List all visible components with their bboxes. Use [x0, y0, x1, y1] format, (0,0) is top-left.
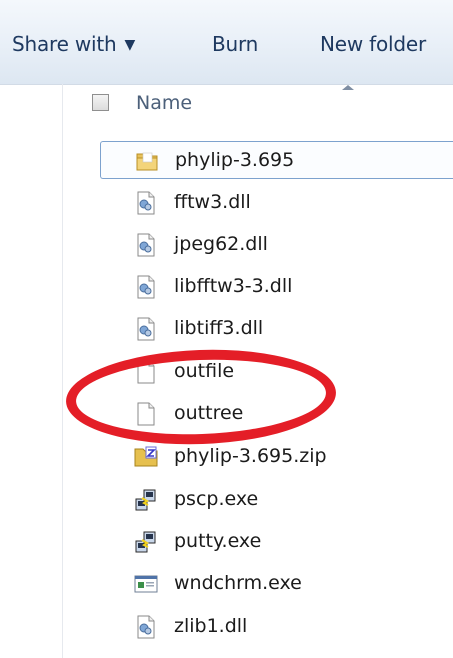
window-exe-icon [134, 575, 158, 593]
file-name: phylip-3.695.zip [174, 445, 327, 467]
new-folder-button[interactable]: New folder [320, 32, 426, 56]
file-name: libtiff3.dll [174, 317, 264, 339]
share-with-button[interactable]: Share with ▼ [12, 32, 135, 56]
file-row-phylip-zip[interactable]: phylip-3.695.zip [100, 438, 453, 476]
file-row-zlib1-dll[interactable]: zlib1.dll [100, 608, 453, 646]
dll-file-icon [137, 275, 155, 299]
navigation-pane-divider[interactable] [62, 84, 63, 658]
dll-file-icon [137, 615, 155, 639]
file-row-wndchrm-exe[interactable]: wndchrm.exe [100, 565, 453, 603]
sort-ascending-icon [342, 85, 354, 90]
burn-button[interactable]: Burn [212, 32, 258, 56]
file-name: zlib1.dll [174, 615, 248, 637]
file-row-phylip-folder[interactable]: phylip-3.695 [100, 141, 453, 179]
file-name: fftw3.dll [174, 191, 251, 213]
file-name: pscp.exe [174, 488, 259, 510]
file-row-fftw3-dll[interactable]: fftw3.dll [100, 184, 453, 222]
share-with-label: Share with [12, 32, 117, 56]
name-column-header[interactable]: Name [136, 92, 192, 114]
dropdown-arrow-icon: ▼ [124, 37, 136, 53]
dll-file-icon [137, 317, 155, 341]
putty-exe-icon [135, 531, 156, 553]
file-row-libtiff3-dll[interactable]: libtiff3.dll [100, 310, 453, 348]
dll-file-icon [137, 191, 155, 215]
file-row-jpeg62-dll[interactable]: jpeg62.dll [100, 226, 453, 264]
zip-file-icon [134, 446, 158, 467]
folder-icon [136, 152, 158, 171]
select-all-checkbox[interactable] [92, 94, 109, 111]
file-row-libfftw3-dll[interactable]: libfftw3-3.dll [100, 268, 453, 306]
file-name: libfftw3-3.dll [174, 275, 293, 297]
column-header-row [0, 84, 453, 126]
file-name: wndchrm.exe [174, 572, 302, 594]
file-name: phylip-3.695 [175, 149, 295, 171]
file-name: putty.exe [174, 530, 262, 552]
dll-file-icon [137, 233, 155, 257]
command-bar: Share with ▼ Burn New folder [0, 0, 453, 85]
file-row-pscp-exe[interactable]: pscp.exe [100, 481, 453, 519]
file-name: jpeg62.dll [174, 233, 268, 255]
putty-exe-icon [135, 489, 156, 511]
file-row-putty-exe[interactable]: putty.exe [100, 523, 453, 561]
